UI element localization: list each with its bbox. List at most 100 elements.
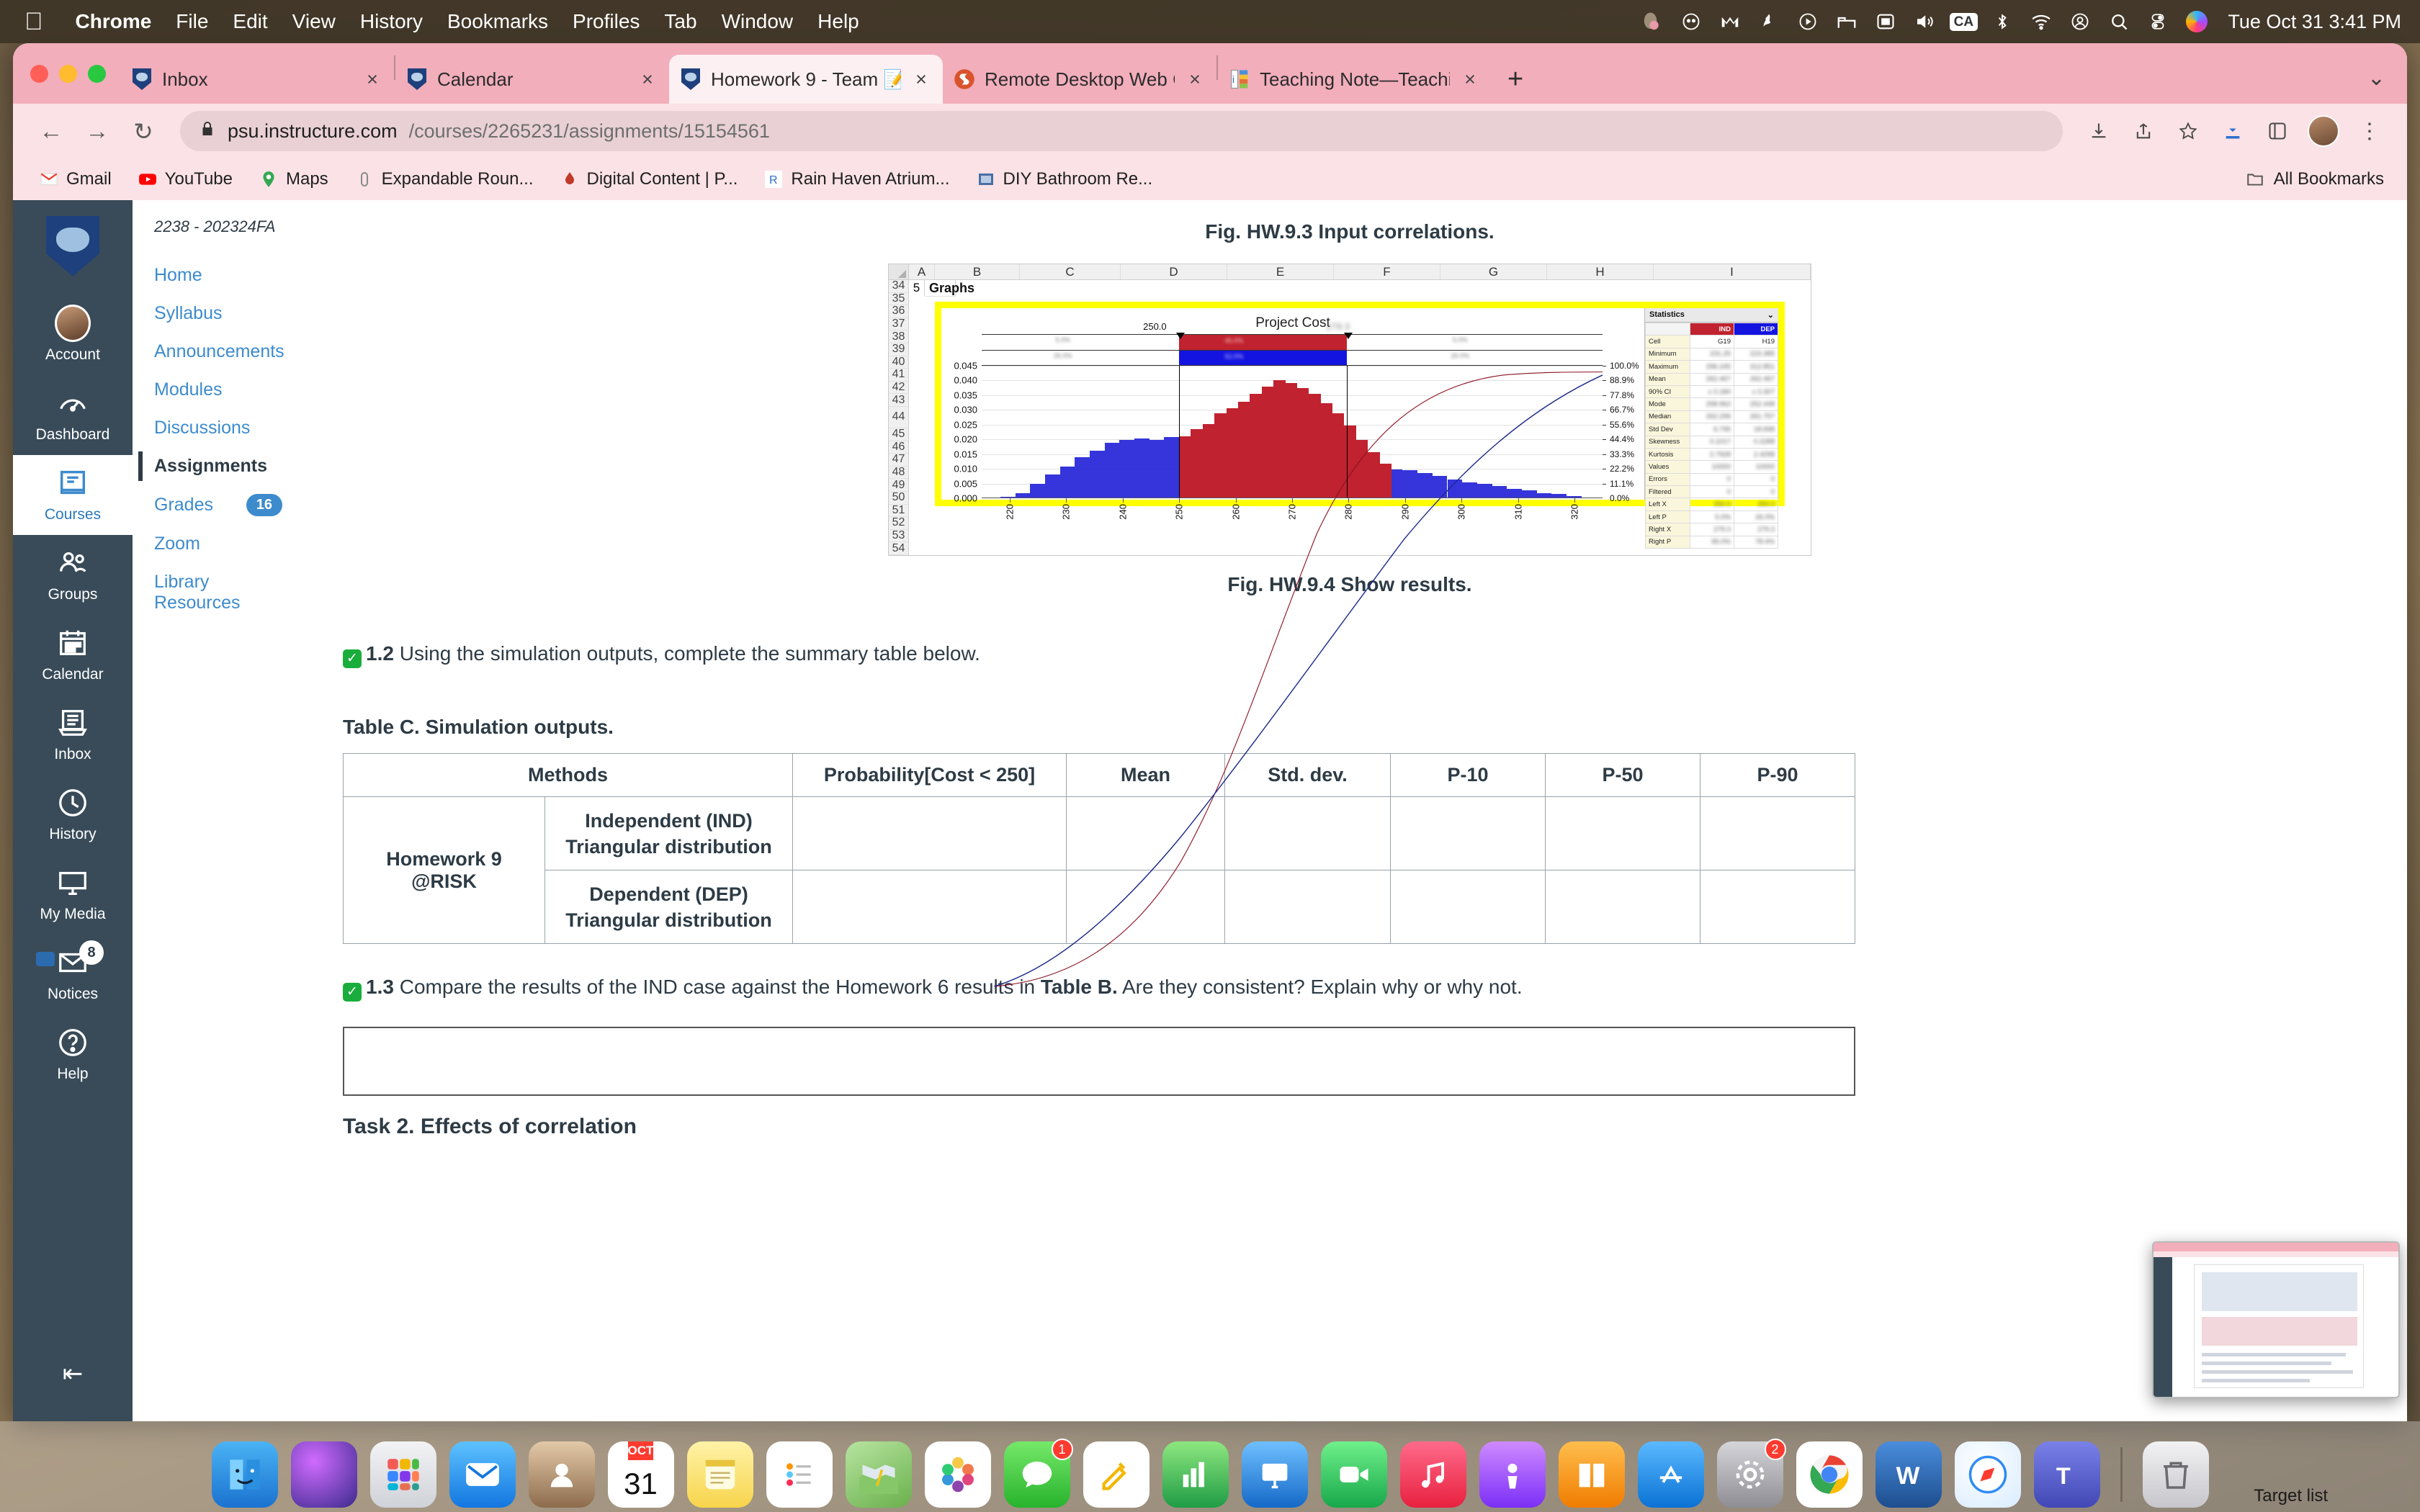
bookmark-expandable-round[interactable]: Expandable Roun... xyxy=(344,166,544,192)
gnav-item-inbox[interactable]: Inbox xyxy=(13,695,133,775)
left-delimiter-line[interactable] xyxy=(1179,366,1180,498)
reload-button[interactable]: ↻ xyxy=(122,110,164,152)
excel-row-49[interactable]: 49 xyxy=(889,479,908,492)
all-bookmarks-button[interactable]: All Bookmarks xyxy=(2245,169,2391,189)
tab-remote-desktop[interactable]: Remote Desktop Web Client × xyxy=(943,55,1216,104)
music-icon[interactable] xyxy=(1399,1441,1466,1508)
excel-row-50[interactable]: 50 xyxy=(889,491,908,505)
tab-calendar[interactable]: Calendar × xyxy=(395,55,669,104)
picture-in-picture-preview[interactable] xyxy=(2152,1241,2400,1398)
cell-ind-p90[interactable] xyxy=(1700,796,1855,871)
course-nav-modules[interactable]: Modules xyxy=(148,371,292,409)
gnav-item-calendar[interactable]: Calendar xyxy=(13,615,133,695)
gnav-item-account[interactable]: Account xyxy=(13,295,133,375)
chrome-icon[interactable] xyxy=(1796,1441,1863,1508)
gnav-item-history[interactable]: History xyxy=(13,775,133,855)
dropbox-icon[interactable] xyxy=(1749,2,1788,41)
share-icon[interactable] xyxy=(2123,111,2164,151)
menu-edit[interactable]: Edit xyxy=(220,10,279,33)
penn-state-shield-logo[interactable] xyxy=(46,216,99,276)
tab-teaching-note[interactable]: i Teaching Note—Teaching Proje × xyxy=(1218,55,1492,104)
excel-row-36[interactable]: 36 xyxy=(889,305,908,318)
menu-window[interactable]: Window xyxy=(709,10,806,33)
reminders-icon[interactable] xyxy=(766,1441,833,1508)
podcasts-icon[interactable] xyxy=(1479,1441,1546,1508)
excel-row-52[interactable]: 52 xyxy=(889,516,908,530)
excel-row-48[interactable]: 48 xyxy=(889,466,908,480)
gnav-item-help[interactable]: Help xyxy=(13,1014,133,1094)
right-delimiter-line[interactable] xyxy=(1346,366,1348,498)
address-bar[interactable]: psu.instructure.com/courses/2265231/assi… xyxy=(180,111,2063,151)
excel-row-39[interactable]: 39 xyxy=(889,343,908,356)
course-nav-assignments[interactable]: Assignments xyxy=(138,447,292,485)
excel-col-B[interactable]: B xyxy=(935,264,1020,279)
screen-mirroring-icon[interactable] xyxy=(1866,2,1905,41)
new-tab-button[interactable]: + xyxy=(1492,64,1539,104)
bookmark-gmail[interactable]: Gmail xyxy=(29,166,122,192)
collapse-nav-icon[interactable]: ⇤ xyxy=(63,1359,84,1421)
back-button[interactable]: ← xyxy=(30,110,72,152)
excel-col-G[interactable]: G xyxy=(1440,264,1547,279)
profile-avatar-icon[interactable] xyxy=(2308,115,2339,147)
excel-row-54[interactable]: 54 xyxy=(889,542,908,555)
contacts-icon[interactable] xyxy=(528,1441,595,1508)
excel-row-38[interactable]: 38 xyxy=(889,330,908,343)
appstore-icon[interactable] xyxy=(1637,1441,1704,1508)
excel-col-I[interactable]: I xyxy=(1654,264,1811,279)
tab-close-icon[interactable]: × xyxy=(1458,68,1482,91)
menu-chrome[interactable]: Chrome xyxy=(63,10,164,33)
excel-col-D[interactable]: D xyxy=(1121,264,1227,279)
user-circle-icon[interactable] xyxy=(2061,2,2099,41)
excel-col-F[interactable]: F xyxy=(1334,264,1440,279)
maps-icon[interactable] xyxy=(845,1441,912,1508)
ca-badge-icon[interactable]: CA xyxy=(1944,2,1983,41)
menubar-clock[interactable]: Tue Oct 31 3:41 PM xyxy=(2216,11,2401,33)
excel-cell-B34[interactable]: Graphs xyxy=(925,280,974,297)
tab-close-icon[interactable]: × xyxy=(1183,68,1206,91)
volume-icon[interactable] xyxy=(1905,2,1944,41)
left-delimiter-triangle-icon[interactable] xyxy=(1175,333,1185,339)
spotlight-search-icon[interactable] xyxy=(2099,2,2138,41)
excel-col-H[interactable]: H xyxy=(1547,264,1654,279)
course-nav-library-resources[interactable]: Library Resources xyxy=(148,563,292,622)
books-icon[interactable] xyxy=(1558,1441,1625,1508)
menu-view[interactable]: View xyxy=(280,10,348,33)
bed-icon[interactable] xyxy=(1827,2,1866,41)
calendar-icon[interactable]: OCT 31 xyxy=(607,1441,674,1508)
excel-cell-A34[interactable]: 5 xyxy=(909,280,925,296)
maximize-window-button[interactable] xyxy=(88,64,106,83)
course-nav-discussions[interactable]: Discussions xyxy=(148,409,292,447)
course-nav-grades[interactable]: Grades 16 xyxy=(148,485,292,525)
photos-icon[interactable] xyxy=(924,1441,991,1508)
right-delimiter-triangle-icon[interactable] xyxy=(1343,333,1353,339)
window-traffic-lights[interactable] xyxy=(23,43,120,104)
tab-close-icon[interactable]: × xyxy=(361,68,384,91)
excel-select-all-corner[interactable] xyxy=(889,264,909,279)
menu-tab[interactable]: Tab xyxy=(652,10,709,33)
risk-graph-window[interactable]: Project Cost 5.0% 26.0% 45.0% 52.0% 5.0%… xyxy=(935,302,1785,506)
excel-row-51[interactable]: 51 xyxy=(889,504,908,518)
gnav-item-dashboard[interactable]: Dashboard xyxy=(13,375,133,455)
bookmark-youtube[interactable]: YouTube xyxy=(127,166,243,192)
bluetooth-icon[interactable] xyxy=(1983,2,2022,41)
menu-bookmarks[interactable]: Bookmarks xyxy=(435,10,560,33)
trash-icon[interactable] xyxy=(2142,1441,2209,1508)
facetime-icon[interactable] xyxy=(1320,1441,1387,1508)
mail-icon[interactable] xyxy=(449,1441,516,1508)
excel-row-40[interactable]: 40 xyxy=(889,356,908,369)
messages-icon[interactable]: 1 xyxy=(1003,1439,1073,1508)
safari-icon[interactable] xyxy=(1954,1441,2021,1508)
excel-row-44[interactable]: 44 xyxy=(889,407,908,428)
bookmark-diy-bathroom[interactable]: DIY Bathroom Re... xyxy=(966,166,1163,192)
excel-col-E[interactable]: E xyxy=(1227,264,1334,279)
settings-icon[interactable]: 2 xyxy=(1716,1439,1786,1508)
statistics-header[interactable]: Statistics ⌄ xyxy=(1645,308,1778,323)
forward-button[interactable]: → xyxy=(76,110,118,152)
tab-search-chevron-down-icon[interactable]: ⌄ xyxy=(2367,66,2385,91)
cell-dep-p90[interactable] xyxy=(1700,870,1855,945)
course-nav-syllabus[interactable]: Syllabus xyxy=(148,294,292,333)
bookmark-maps[interactable]: Maps xyxy=(248,166,339,192)
download-icon[interactable] xyxy=(2213,111,2253,151)
excel-row-42[interactable]: 42 xyxy=(889,381,908,395)
save-icon[interactable] xyxy=(2079,111,2119,151)
